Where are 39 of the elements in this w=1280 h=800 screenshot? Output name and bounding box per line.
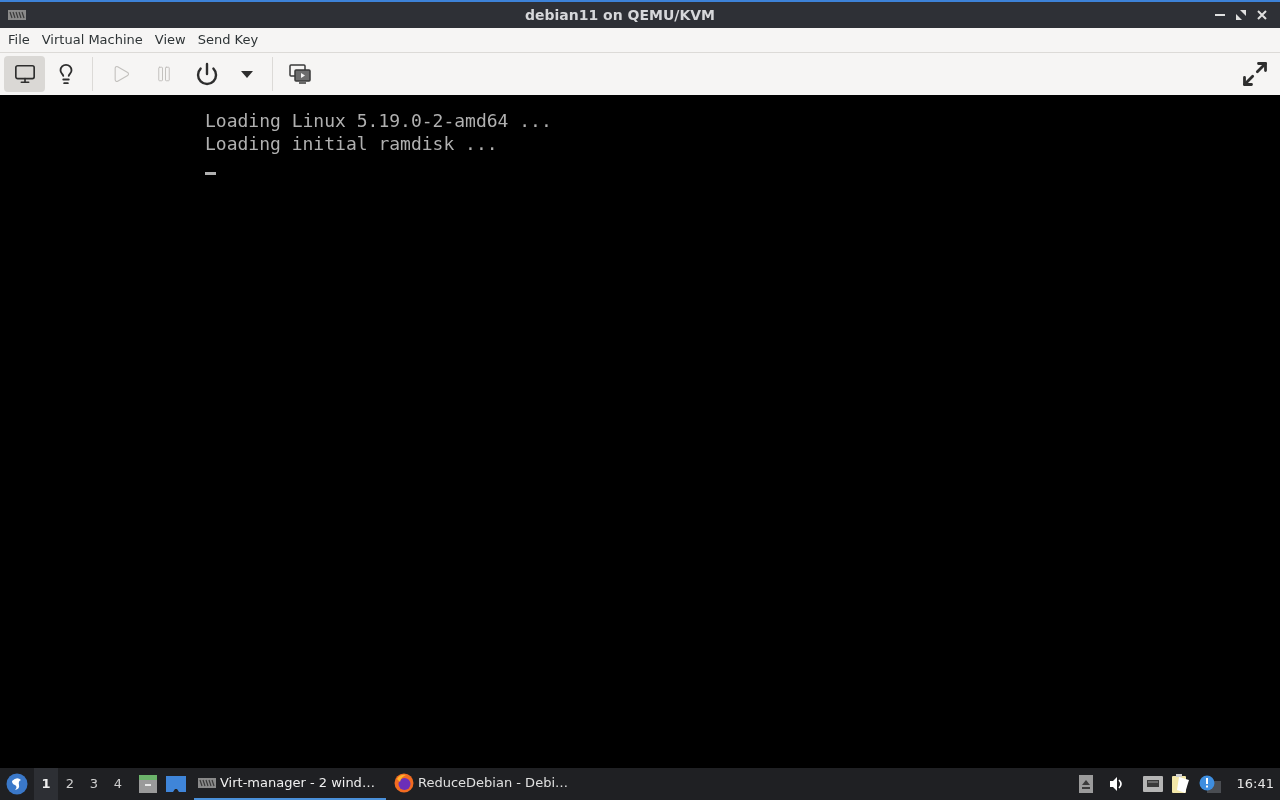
workspace-button[interactable]: 2 — [58, 768, 82, 800]
menu-item[interactable]: Virtual Machine — [35, 28, 149, 52]
window-title: debian11 on QEMU/KVM — [524, 5, 716, 25]
text-cursor — [205, 172, 216, 175]
vm-logo-icon — [198, 778, 216, 788]
app-logo-icon — [8, 10, 26, 20]
clipboard-icon[interactable] — [1170, 774, 1191, 794]
start-logo-icon — [6, 773, 28, 795]
folder-icon — [166, 776, 186, 792]
workspace-button[interactable]: 3 — [82, 768, 106, 800]
menu-item[interactable]: File — [2, 28, 36, 52]
power-icon — [194, 62, 219, 86]
task-button[interactable]: ReduceDebian - Debi… — [390, 768, 582, 800]
start-menu-button[interactable] — [6, 773, 28, 795]
menu-item[interactable]: Send Key — [191, 28, 265, 52]
restore-button[interactable] — [1235, 9, 1247, 21]
console-line: Loading Linux 5.19.0-2-amd64 ... — [205, 109, 552, 132]
screens-icon — [289, 64, 311, 84]
eject-button[interactable] — [1078, 775, 1093, 793]
caret-icon — [241, 70, 253, 78]
menu-item[interactable]: View — [148, 28, 192, 52]
drawer-icon — [138, 774, 158, 794]
workspace-button[interactable]: 1 — [34, 768, 58, 800]
workspace-button[interactable]: 4 — [106, 768, 130, 800]
eject-icon — [1080, 779, 1091, 789]
globe-icon — [394, 773, 414, 793]
notification-icon[interactable] — [1198, 775, 1221, 793]
network-icon[interactable] — [1142, 776, 1163, 792]
close-button[interactable] — [1256, 9, 1268, 21]
view-button[interactable] — [4, 56, 45, 92]
speaker-icon[interactable] — [1108, 776, 1125, 792]
monitor-icon — [13, 63, 36, 85]
console-line: Loading initial ramdisk ... — [205, 132, 498, 155]
task-button[interactable]: Virt-manager - 2 wind… — [194, 768, 386, 800]
close-icon — [1257, 10, 1267, 20]
minimize-icon — [1215, 14, 1225, 16]
clock: 16:41 — [1236, 775, 1274, 794]
restore-icon — [1236, 10, 1246, 20]
fullscreen-icon — [1241, 60, 1269, 88]
